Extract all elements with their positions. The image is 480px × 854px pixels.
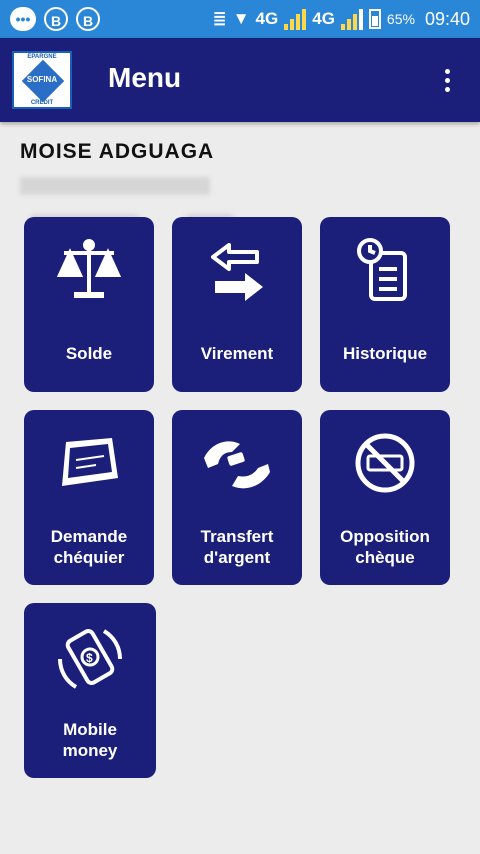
signal-icon <box>340 8 363 30</box>
messages-icon: ••• <box>10 7 36 31</box>
menu-tile-label: Demande chéquier <box>50 527 128 567</box>
network-type-1: 4G <box>255 9 279 28</box>
svg-text:$: $ <box>86 651 93 665</box>
signal-icon <box>284 8 307 30</box>
overflow-menu-icon[interactable] <box>434 62 460 98</box>
menu-tile-virement[interactable]: Virement <box>172 217 302 392</box>
menu-tile-transfert-argent[interactable]: Transfert d'argent <box>172 410 302 585</box>
status-bar: ••• B B ≣ ▼ 4G 4G 65% 09:40 <box>0 0 480 38</box>
menu-tile-demande-chequier[interactable]: Demande chéquier <box>24 410 154 585</box>
menu-tile-label: Historique <box>342 344 428 363</box>
transfer-arrows-icon <box>172 239 302 305</box>
menu-tile-label: Opposition chèque <box>340 527 430 567</box>
cheque-block-icon <box>320 430 450 496</box>
wifi-icon: ▼ <box>232 9 250 28</box>
sofina-logo: EPARGNE SOFINA CREDIT <box>12 51 72 109</box>
menu-tile-label: Virement <box>200 344 274 363</box>
vibrate-icon: ≣ <box>212 9 227 28</box>
money-transfer-hands-icon <box>172 434 302 494</box>
user-name: MOISE ADGUAGA <box>20 140 215 163</box>
checkbook-icon <box>24 434 154 494</box>
menu-tile-opposition-cheque[interactable]: Opposition chèque <box>320 410 450 585</box>
history-clipboard-icon <box>320 237 450 303</box>
clock: 09:40 <box>424 8 470 29</box>
menu-tile-label: Transfert d'argent <box>200 527 274 567</box>
balance-scale-icon <box>24 237 154 303</box>
menu-tile-historique[interactable]: Historique <box>320 217 450 392</box>
battery-icon <box>368 9 381 29</box>
menu-tile-mobile-money[interactable]: $ Mobile money <box>24 603 156 778</box>
notification-b-icon: B <box>76 7 100 31</box>
account-number-redacted <box>20 177 210 195</box>
menu-tile-solde[interactable]: Solde <box>24 217 154 392</box>
notification-b-icon: B <box>44 7 68 31</box>
battery-percent: 65% <box>386 11 415 27</box>
app-bar: EPARGNE SOFINA CREDIT Menu <box>0 38 480 122</box>
mobile-money-icon: $ <box>24 623 156 695</box>
menu-tile-label: Mobile money <box>62 720 118 760</box>
menu-tile-label: Solde <box>65 344 113 363</box>
network-type-2: 4G <box>312 9 335 28</box>
page-title: Menu <box>108 62 182 93</box>
